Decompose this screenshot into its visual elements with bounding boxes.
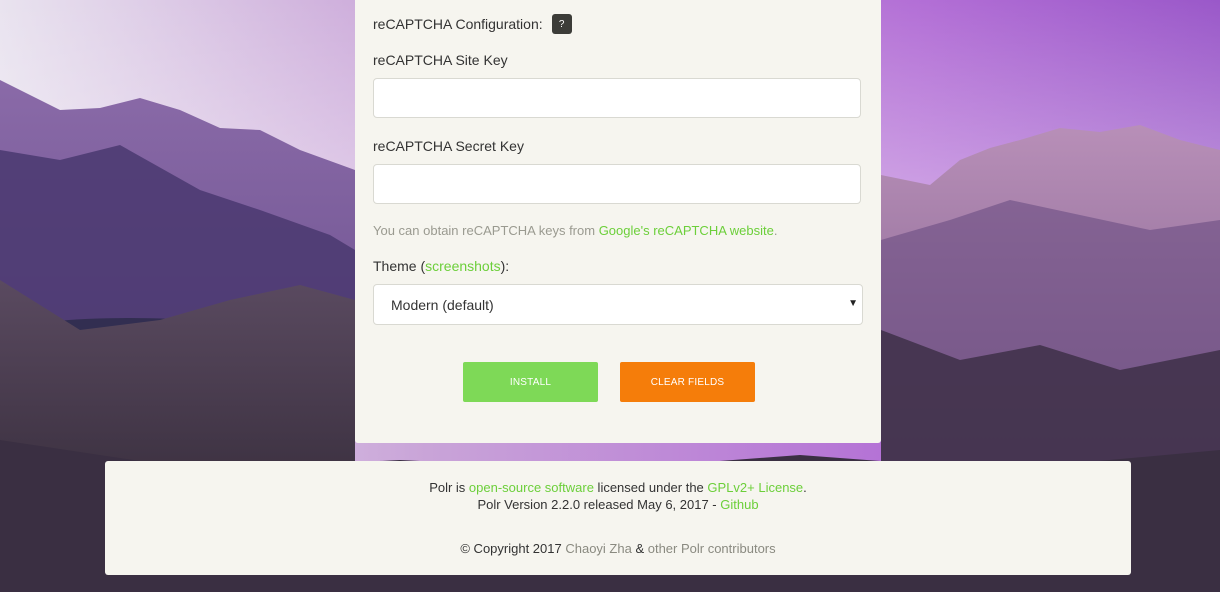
note-prefix: You can obtain reCAPTCHA keys from bbox=[373, 223, 599, 238]
footer-version-text: Polr Version 2.2.0 released May 6, 2017 … bbox=[477, 497, 721, 512]
help-button[interactable]: ? bbox=[551, 14, 572, 34]
install-form-panel: reCAPTCHA Configuration: ? reCAPTCHA Sit… bbox=[355, 0, 881, 443]
footer-version-line: Polr Version 2.2.0 released May 6, 2017 … bbox=[105, 497, 1131, 512]
site-key-label: reCAPTCHA Site Key bbox=[373, 52, 508, 68]
recaptcha-config-row: reCAPTCHA Configuration: ? bbox=[373, 14, 572, 34]
footer: Polr is open-source software licensed un… bbox=[105, 461, 1131, 575]
footer-line1-prefix: Polr is bbox=[429, 480, 469, 495]
footer-line1-suffix: . bbox=[803, 480, 807, 495]
secret-key-input[interactable] bbox=[373, 164, 861, 204]
screenshots-link[interactable]: screenshots bbox=[425, 258, 500, 274]
theme-selected-value: Modern (default) bbox=[391, 296, 494, 313]
note-suffix: . bbox=[773, 223, 778, 238]
clear-fields-button[interactable]: CLEAR FIELDS bbox=[620, 362, 755, 402]
author-link[interactable]: Chaoyi Zha bbox=[565, 541, 631, 556]
chevron-down-icon: ▼ bbox=[848, 298, 858, 309]
footer-license-line: Polr is open-source software licensed un… bbox=[105, 480, 1131, 495]
theme-label-prefix: Theme ( bbox=[373, 258, 426, 274]
contributors-link[interactable]: other Polr contributors bbox=[648, 541, 776, 556]
theme-select[interactable]: Modern (default) ▼ bbox=[373, 284, 863, 325]
theme-label: Theme (screenshots): bbox=[373, 258, 509, 274]
install-button[interactable]: INSTALL bbox=[463, 362, 598, 402]
recaptcha-note: You can obtain reCAPTCHA keys from Googl… bbox=[373, 223, 777, 238]
site-key-input[interactable] bbox=[373, 78, 861, 118]
footer-copyright-mid: & bbox=[631, 541, 648, 556]
footer-copyright-line: © Copyright 2017 Chaoyi Zha & other Polr… bbox=[105, 541, 1131, 556]
license-link[interactable]: GPLv2+ License bbox=[707, 480, 803, 495]
github-link[interactable]: Github bbox=[720, 497, 758, 512]
open-source-link[interactable]: open-source software bbox=[469, 480, 594, 495]
theme-label-suffix: ): bbox=[500, 258, 510, 274]
recaptcha-website-link[interactable]: Google's reCAPTCHA website bbox=[599, 223, 774, 238]
footer-copyright-prefix: © Copyright 2017 bbox=[460, 541, 566, 556]
footer-line1-mid: licensed under the bbox=[593, 480, 708, 495]
secret-key-label: reCAPTCHA Secret Key bbox=[373, 138, 524, 154]
recaptcha-config-label: reCAPTCHA Configuration: bbox=[373, 16, 543, 32]
